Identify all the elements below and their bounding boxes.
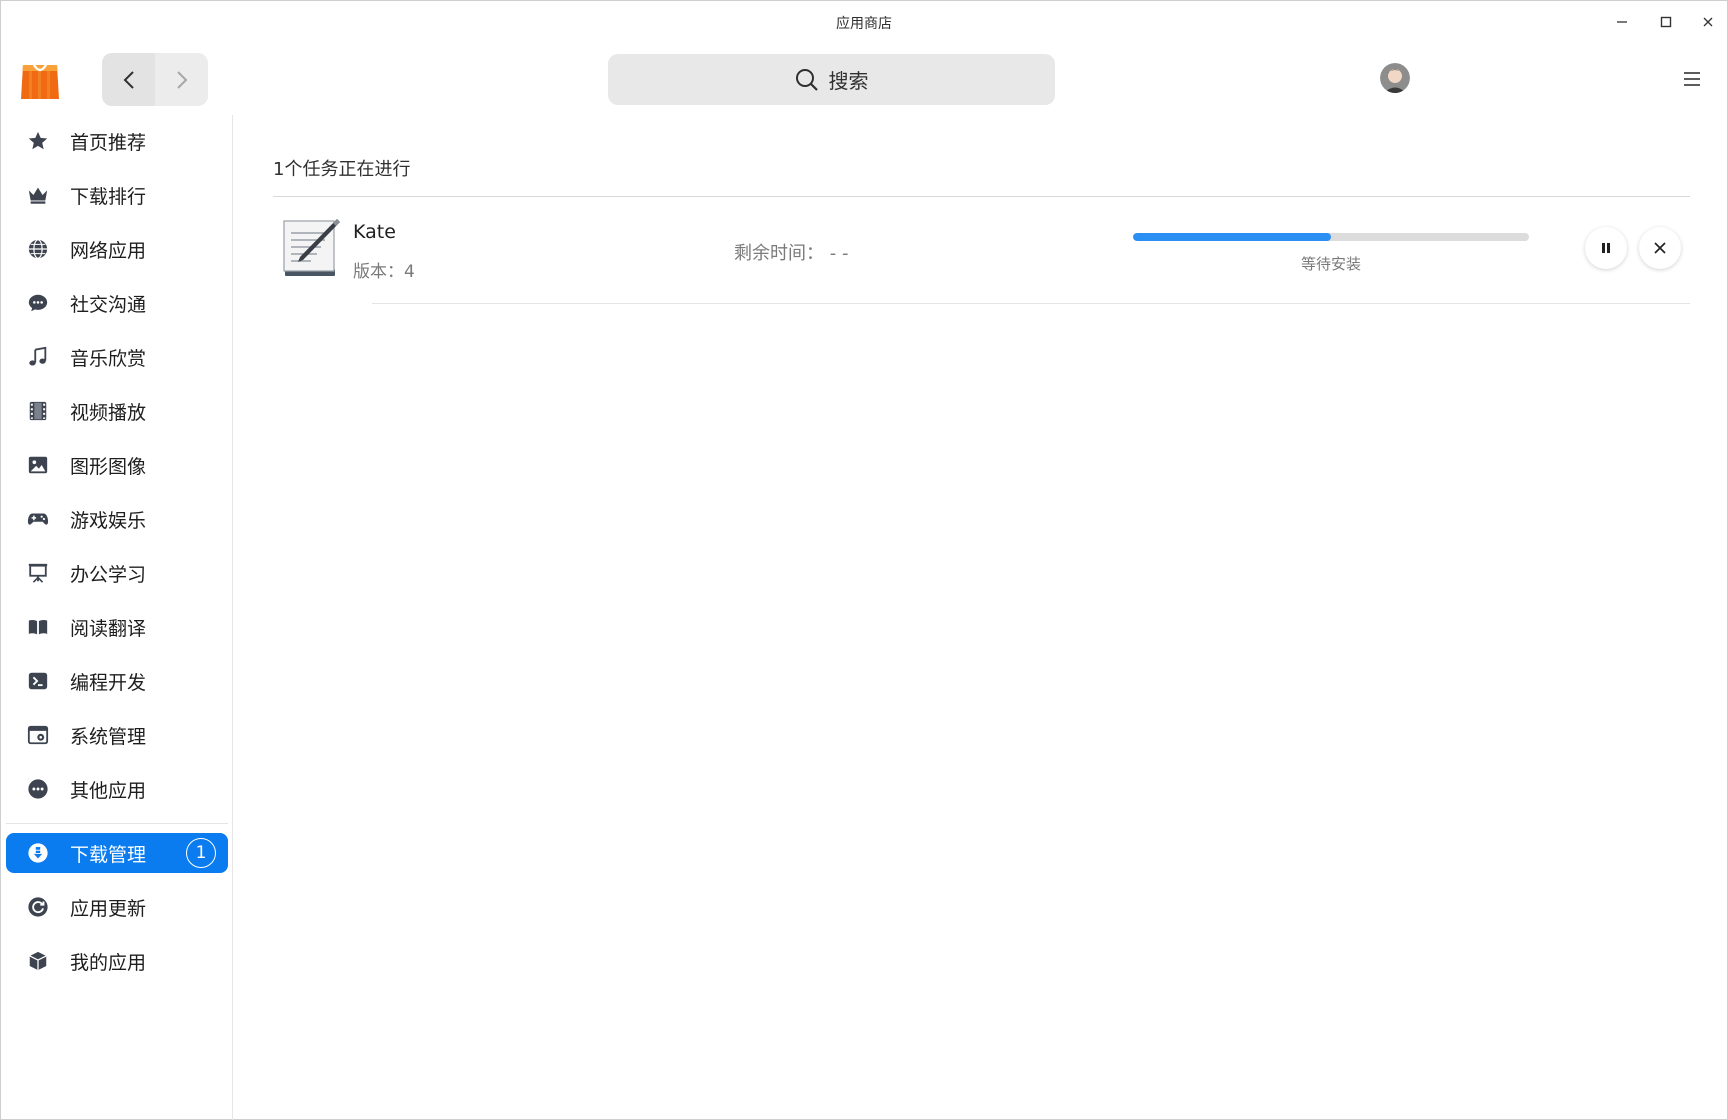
user-avatar[interactable] <box>1380 63 1410 93</box>
sidebar-item-graphics[interactable]: 图形图像 <box>6 445 228 485</box>
tasks-heading: 1个任务正在进行 <box>273 159 411 180</box>
navigation-buttons <box>102 53 208 106</box>
image-icon <box>26 453 50 477</box>
close-icon <box>1703 17 1713 27</box>
sidebar-item-label: 音乐欣赏 <box>70 347 147 370</box>
chat-icon <box>26 291 50 315</box>
presentation-icon <box>26 561 50 585</box>
task-app-name: Kate <box>353 221 396 243</box>
more-icon <box>26 777 50 801</box>
download-count-badge: 1 <box>186 838 216 868</box>
crown-icon <box>26 183 50 207</box>
app-store-logo <box>19 57 61 101</box>
sidebar-item-label: 网络应用 <box>70 239 147 262</box>
task-remaining-time: 剩余时间： - - <box>734 243 849 264</box>
sidebar-item-system[interactable]: 系统管理 <box>6 715 228 755</box>
pause-button[interactable] <box>1585 227 1627 269</box>
task-row-divider <box>372 303 1690 304</box>
sidebar-item-label: 游戏娱乐 <box>70 509 147 532</box>
sidebar-item-label: 编程开发 <box>70 671 147 694</box>
task-status: 等待安装 <box>1300 255 1361 273</box>
sidebar-item-label: 社交沟通 <box>70 293 147 316</box>
book-icon <box>26 615 50 639</box>
cancel-button[interactable] <box>1639 227 1681 269</box>
gamepad-icon <box>26 507 50 531</box>
close-window-button[interactable] <box>1693 9 1723 35</box>
sidebar-item-office[interactable]: 办公学习 <box>6 553 228 593</box>
music-icon <box>26 345 50 369</box>
sidebar-item-label: 其他应用 <box>70 779 147 802</box>
minimize-icon <box>1617 21 1627 23</box>
task-app-version: 版本：4 <box>353 262 415 282</box>
sidebar-item-label: 应用更新 <box>70 897 147 920</box>
sidebar-item-reading[interactable]: 阅读翻译 <box>6 607 228 647</box>
title-bar: 应用商店 <box>1 1 1727 45</box>
maximize-button[interactable] <box>1651 9 1681 35</box>
forward-button[interactable] <box>155 53 208 106</box>
search-box[interactable]: 搜索 <box>608 54 1055 105</box>
app-window: 应用商店 搜索 首页推荐 下载排行 网络应用 社交沟通 音乐欣赏 视频播放 图形… <box>0 0 1728 1120</box>
sidebar-item-games[interactable]: 游戏娱乐 <box>6 499 228 539</box>
sidebar-item-others[interactable]: 其他应用 <box>6 769 228 809</box>
refresh-icon <box>26 895 50 919</box>
kate-app-icon <box>281 217 341 279</box>
chevron-right-icon <box>176 70 187 89</box>
sidebar-item-label: 图形图像 <box>70 455 147 478</box>
sidebar-item-label: 首页推荐 <box>70 131 147 154</box>
sidebar-item-ranking[interactable]: 下载排行 <box>6 175 228 215</box>
window-title: 应用商店 <box>836 16 892 32</box>
minimize-button[interactable] <box>1607 9 1637 35</box>
film-icon <box>26 399 50 423</box>
system-icon <box>26 723 50 747</box>
sidebar-item-music[interactable]: 音乐欣赏 <box>6 337 228 377</box>
sidebar-item-label: 办公学习 <box>70 563 147 586</box>
progress-fill <box>1133 233 1331 241</box>
back-button[interactable] <box>102 53 155 106</box>
pause-icon <box>1602 243 1610 253</box>
chevron-left-icon <box>123 70 134 89</box>
package-icon <box>26 949 50 973</box>
star-icon <box>26 129 50 153</box>
sidebar-item-video[interactable]: 视频播放 <box>6 391 228 431</box>
search-icon <box>795 68 818 91</box>
download-progress-bar <box>1133 233 1529 241</box>
sidebar-item-development[interactable]: 编程开发 <box>6 661 228 701</box>
sidebar-item-label: 视频播放 <box>70 401 147 424</box>
main-menu-button[interactable] <box>1681 69 1703 89</box>
sidebar-item-label: 下载管理 <box>70 843 147 866</box>
sidebar-item-network[interactable]: 网络应用 <box>6 229 228 269</box>
globe-icon <box>26 237 50 261</box>
sidebar-item-social[interactable]: 社交沟通 <box>6 283 228 323</box>
sidebar-item-label: 下载排行 <box>70 185 147 208</box>
sidebar-item-label: 系统管理 <box>70 725 147 748</box>
search-label: 搜索 <box>828 69 869 93</box>
menu-icon <box>1684 72 1700 86</box>
maximize-icon <box>1660 16 1672 28</box>
close-icon <box>1654 242 1666 254</box>
sidebar-divider <box>6 823 228 824</box>
sidebar-item-downloads[interactable]: 下载管理 1 <box>6 833 228 873</box>
sidebar-item-label: 我的应用 <box>70 951 147 974</box>
sidebar: 首页推荐 下载排行 网络应用 社交沟通 音乐欣赏 视频播放 图形图像 游戏娱乐 … <box>1 115 233 1120</box>
sidebar-item-my-apps[interactable]: 我的应用 <box>6 941 228 981</box>
terminal-icon <box>26 669 50 693</box>
sidebar-item-home[interactable]: 首页推荐 <box>6 121 228 161</box>
download-task-row: Kate 版本：4 剩余时间： - - 等待安装 <box>273 197 1690 304</box>
sidebar-item-updates[interactable]: 应用更新 <box>6 887 228 927</box>
sidebar-item-label: 阅读翻译 <box>70 617 147 640</box>
download-icon <box>26 841 50 865</box>
